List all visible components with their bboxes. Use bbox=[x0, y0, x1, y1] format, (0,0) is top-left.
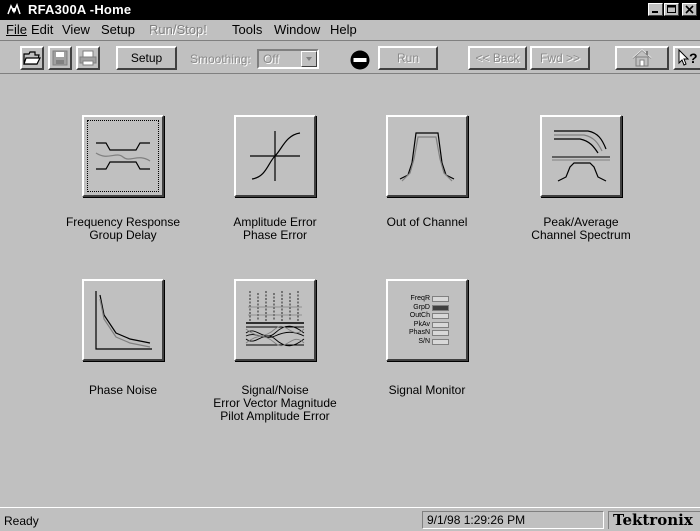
signal-noise-icon bbox=[245, 291, 305, 347]
signal-monitor-label: OutCh bbox=[409, 312, 430, 319]
signal-monitor-label: PkAv bbox=[413, 320, 430, 328]
out-of-channel-button[interactable] bbox=[386, 115, 468, 197]
application-window: RFA300A -Home File Edit View Setup Run/S… bbox=[0, 0, 700, 531]
smoothing-label: Smoothing: bbox=[190, 52, 251, 66]
tile-peak-average[interactable]: Peak/Average Channel Spectrum bbox=[531, 115, 631, 242]
signal-noise-button[interactable] bbox=[234, 279, 316, 361]
maximize-button[interactable] bbox=[664, 3, 679, 16]
menu-help[interactable]: Help bbox=[330, 22, 357, 37]
menu-view[interactable]: View bbox=[62, 22, 90, 37]
signal-monitor-row: PhasN bbox=[396, 329, 458, 338]
signal-monitor-label: FreqR bbox=[410, 295, 430, 302]
signal-monitor-indicator bbox=[432, 296, 449, 302]
smoothing-select[interactable]: Off bbox=[257, 49, 319, 69]
menu-tools[interactable]: Tools bbox=[232, 22, 262, 37]
signal-monitor-indicator bbox=[432, 313, 449, 319]
minimize-button[interactable] bbox=[648, 3, 663, 16]
chevron-down-icon[interactable] bbox=[301, 51, 317, 67]
signal-monitor-label: S/N bbox=[418, 337, 430, 345]
signal-monitor-icon: FreqR GrpD OutCh PkAv PhasN S/N bbox=[396, 295, 458, 346]
signal-monitor-indicator bbox=[432, 330, 449, 336]
brand-logo: Tektronix bbox=[608, 511, 700, 529]
peak-average-icon bbox=[552, 130, 610, 182]
tile-amplitude-error[interactable]: Amplitude Error Phase Error bbox=[233, 115, 317, 242]
smoothing-value: Off bbox=[263, 52, 279, 66]
peak-average-button[interactable] bbox=[540, 115, 622, 197]
signal-monitor-indicator bbox=[432, 304, 449, 311]
status-text: Ready bbox=[4, 514, 39, 528]
home-button[interactable] bbox=[615, 46, 669, 70]
status-timestamp: 9/1/98 1:29:26 PM bbox=[422, 511, 604, 529]
context-help-button[interactable]: ? bbox=[673, 46, 700, 70]
maximize-icon bbox=[667, 5, 676, 13]
back-button[interactable]: << Back bbox=[468, 46, 527, 70]
app-icon bbox=[6, 3, 22, 17]
tile-phase-noise[interactable]: Phase Noise bbox=[82, 279, 164, 397]
signal-monitor-row: OutCh bbox=[396, 312, 458, 321]
signal-monitor-row: FreqR bbox=[396, 295, 458, 304]
signal-monitor-row: GrpD bbox=[396, 304, 458, 313]
signal-monitor-label: GrpD bbox=[413, 303, 430, 311]
tile-signal-monitor[interactable]: FreqR GrpD OutCh PkAv PhasN S/N Signal Monito… bbox=[386, 279, 468, 397]
home-icon bbox=[632, 49, 652, 67]
close-icon bbox=[685, 5, 694, 14]
signal-monitor-row: PkAv bbox=[396, 321, 458, 330]
svg-text:?: ? bbox=[689, 50, 698, 66]
open-folder-icon bbox=[23, 51, 41, 65]
status-bar: Ready 9/1/98 1:29:26 PM Tektronix bbox=[0, 507, 700, 531]
close-button[interactable] bbox=[682, 3, 697, 16]
minimize-icon bbox=[652, 11, 658, 13]
toolbar: Setup Smoothing: Off Run << Back Fwd >> bbox=[0, 40, 700, 74]
out-of-channel-icon bbox=[399, 132, 455, 182]
signal-monitor-indicator bbox=[432, 338, 449, 345]
menu-file[interactable]: File bbox=[6, 22, 27, 37]
tile-frequency-response[interactable]: Frequency Response Group Delay bbox=[66, 115, 180, 242]
signal-monitor-label: PhasN bbox=[408, 329, 430, 336]
menu-bar: File Edit View Setup Run/Stop! Tools Win… bbox=[0, 20, 700, 39]
menu-setup[interactable]: Setup bbox=[101, 22, 135, 37]
menu-run-stop[interactable]: Run/Stop! bbox=[149, 22, 207, 37]
help-cursor-icon: ? bbox=[678, 49, 698, 66]
window-title: RFA300A -Home bbox=[28, 2, 132, 17]
frequency-response-icon bbox=[95, 142, 151, 170]
open-button[interactable] bbox=[20, 46, 44, 70]
amplitude-error-icon bbox=[250, 131, 301, 181]
title-bar[interactable]: RFA300A -Home bbox=[0, 0, 700, 20]
phase-noise-button[interactable] bbox=[82, 279, 164, 361]
signal-monitor-indicator bbox=[432, 321, 449, 328]
tile-label: Peak/Average Channel Spectrum bbox=[531, 215, 631, 242]
frequency-response-button[interactable] bbox=[82, 115, 164, 197]
tile-label: Out of Channel bbox=[386, 215, 468, 229]
print-button[interactable] bbox=[76, 46, 100, 70]
forward-button[interactable]: Fwd >> bbox=[530, 46, 590, 70]
tile-label: Signal Monitor bbox=[388, 383, 466, 397]
menu-window[interactable]: Window bbox=[274, 22, 320, 37]
home-workspace: Frequency Response Group Delay Amplitude … bbox=[0, 76, 700, 507]
signal-monitor-button[interactable]: FreqR GrpD OutCh PkAv PhasN S/N bbox=[386, 279, 468, 361]
save-button[interactable] bbox=[48, 46, 72, 70]
stop-icon[interactable] bbox=[350, 50, 370, 70]
printer-icon bbox=[79, 50, 97, 66]
menu-edit[interactable]: Edit bbox=[31, 22, 53, 37]
save-disk-icon bbox=[52, 50, 68, 66]
amplitude-error-button[interactable] bbox=[234, 115, 316, 197]
run-button[interactable]: Run bbox=[378, 46, 438, 70]
tile-out-of-channel[interactable]: Out of Channel bbox=[386, 115, 468, 229]
signal-monitor-row: S/N bbox=[396, 338, 458, 347]
setup-button[interactable]: Setup bbox=[116, 46, 177, 70]
phase-noise-icon bbox=[95, 291, 152, 350]
tile-signal-noise[interactable]: Signal/Noise Error Vector Magnitude Pilot … bbox=[213, 279, 337, 423]
